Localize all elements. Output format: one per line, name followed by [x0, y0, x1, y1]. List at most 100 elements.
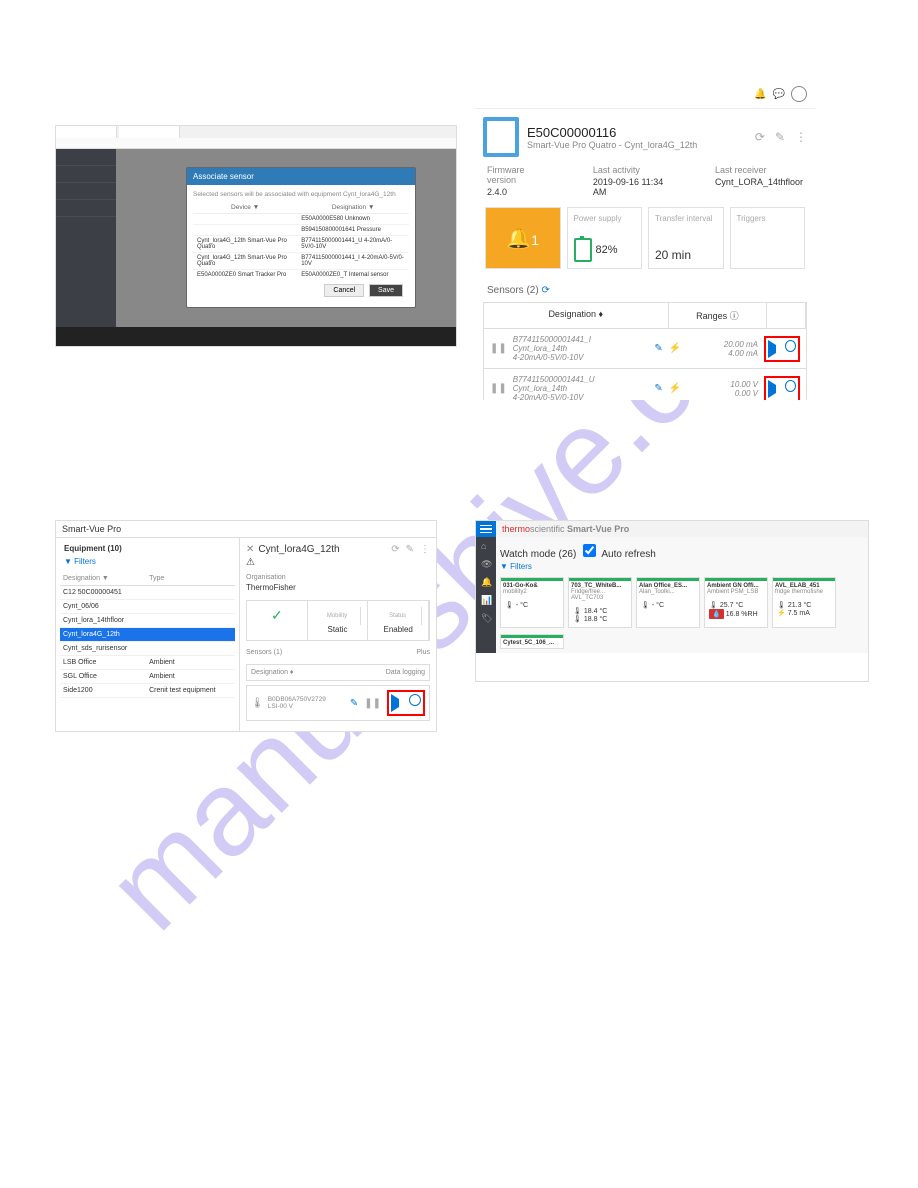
table-row[interactable]: Cynt_06/06 — [60, 600, 235, 614]
refresh-icon[interactable]: ⟳ — [755, 130, 765, 144]
tile[interactable]: Cytest_5C_106_... — [500, 634, 564, 649]
edit-icon[interactable]: ✎ — [775, 130, 785, 144]
settings-icon[interactable] — [785, 380, 796, 392]
edit-icon[interactable]: ✎ — [654, 343, 662, 354]
cell: E50A0000ZE0_T Internal sensor — [297, 270, 409, 281]
browser-urlbar — [56, 138, 456, 149]
cell: Cynt_lora4G_12th Smart-Vue Pro Quatro — [193, 253, 297, 270]
col-type[interactable]: Type — [146, 572, 235, 586]
refresh-sensors-icon[interactable]: ⟳ — [541, 285, 549, 296]
col-datalogging[interactable]: Data logging — [367, 669, 425, 676]
bell-icon[interactable]: 🔔 — [481, 577, 491, 587]
edit-icon[interactable]: ✎ — [406, 544, 414, 555]
fw-value: 2.4.0 — [487, 187, 553, 197]
sensor-row: ❚❚ B774115000001441_UCynt_lora_14th4-20m… — [483, 369, 807, 400]
cell: B594150800001641 Pressure — [297, 225, 409, 236]
figure-device-detail: 🔔 💬 E50C00000116 Smart-Vue Pro Quatro - … — [475, 80, 815, 400]
bell-icon: 🔔1 — [506, 226, 539, 251]
org-value: ThermoFisher — [246, 583, 430, 592]
eye-icon[interactable]: 👁 — [481, 559, 491, 569]
auto-refresh-checkbox[interactable] — [583, 544, 596, 557]
cell: E50A0000E580 Unknown — [297, 214, 409, 225]
edit-icon[interactable]: ✎ — [350, 698, 358, 709]
close-icon[interactable]: ✕ — [246, 544, 254, 555]
chart-icon[interactable]: 📊 — [481, 595, 491, 605]
power-card: Power supply 82% — [567, 207, 643, 269]
nav-sidebar: ⌂ 👁 🔔 📊 🏷 — [476, 537, 496, 653]
device-id: E50C00000116 — [527, 125, 697, 140]
filters-link[interactable]: Filters — [74, 557, 96, 566]
table-row[interactable]: Side1200Crenit test equipment — [60, 684, 235, 698]
tile[interactable]: Alan Office_ES...Alan_Toolki...🌡 - °C — [636, 577, 700, 628]
warn-icon: ⚠ — [246, 557, 430, 568]
humidity-alert-icon: 💧 — [709, 609, 724, 619]
avatar-icon[interactable] — [791, 86, 807, 102]
lr-label: Last receiver — [715, 165, 767, 175]
hamburger-icon[interactable] — [476, 521, 496, 537]
associate-sensor-modal: Associate sensor Selected sensors will b… — [186, 167, 416, 308]
equipment-heading: Equipment (10) — [64, 544, 122, 553]
alarm-card[interactable]: 🔔1 — [485, 207, 561, 269]
lr-value: Cynt_LORA_14thfloor — [715, 177, 803, 187]
tg-label: Triggers — [737, 214, 799, 223]
refresh-icon[interactable]: ⟳ — [391, 544, 399, 555]
app-sidebar — [56, 149, 116, 327]
table-row[interactable]: Cynt_sds_rurisensor — [60, 642, 235, 656]
figure-equipment-list: Smart-Vue Pro Equipment (10) ▼ Filters D… — [55, 520, 437, 732]
table-row[interactable]: Cynt_lora_14thfloor — [60, 614, 235, 628]
play-icon[interactable] — [768, 340, 783, 358]
table-row[interactable]: C12 50C00000451 — [60, 586, 235, 600]
home-icon[interactable]: ⌂ — [481, 541, 491, 551]
tile[interactable]: Ambient GN Offi...Ambient PSM_LSB🌡 25.7 … — [704, 577, 768, 628]
pause-icon[interactable]: ❚❚ — [490, 343, 507, 354]
status-value: Enabled — [384, 625, 413, 634]
edit-icon[interactable]: ✎ — [654, 383, 662, 394]
ps-value: 82% — [596, 244, 618, 256]
tile[interactable]: 031-Go-Ko&mobility2🌡 - °C — [500, 577, 564, 628]
bolt-icon: ⚡ — [669, 383, 681, 394]
save-button[interactable]: Save — [369, 284, 403, 297]
notif-bell-icon[interactable]: 🔔 — [754, 89, 766, 100]
col-designation[interactable]: Designation ▼ — [297, 202, 409, 214]
settings-icon[interactable] — [785, 340, 796, 352]
mobility-label: Mobility — [314, 607, 362, 625]
table-row[interactable]: SGL OfficeAmbient — [60, 670, 235, 684]
pause-icon[interactable]: ❚❚ — [490, 383, 507, 394]
pause-icon[interactable]: ❚❚ — [364, 698, 381, 709]
cell: Cynt_lora4G_12th Smart-Vue Pro Quatro — [193, 236, 297, 253]
browser-tabs — [56, 126, 456, 138]
play-icon[interactable] — [391, 694, 407, 712]
tile[interactable]: AVL_ELAB_451fridge thermofishe🌡 21.3 °C⚡… — [772, 577, 836, 628]
settings-icon[interactable] — [409, 694, 421, 706]
detail-title: Cynt_lora4G_12th — [258, 544, 339, 555]
col-designation[interactable]: Designation ▼ — [60, 572, 146, 586]
table-row[interactable]: LSB OfficeAmbient — [60, 656, 235, 670]
taskbar — [56, 327, 456, 347]
tag-icon[interactable]: 🏷 — [481, 613, 491, 623]
figure-watch-mode: thermoscientific Smart-Vue Pro ⌂ 👁 🔔 📊 🏷… — [475, 520, 869, 682]
notif-chat-icon[interactable]: 💬 — [773, 89, 785, 100]
auto-refresh-label: Auto refresh — [601, 549, 655, 560]
sensors-label: Sensors (1) — [246, 649, 369, 656]
cell: B774115000001441_U 4-20mA/0-5V/0-10V — [297, 236, 409, 253]
sensor-row: ❚❚ B774115000001441_ICynt_lora_14th4-20m… — [483, 329, 807, 369]
col-designation[interactable]: Designation ♦ — [484, 303, 669, 328]
fw-label: Firmware version — [487, 165, 525, 185]
col-device[interactable]: Device ▼ — [193, 202, 297, 214]
tile[interactable]: 703_TC_WhiteB...Fridge/free... AVL_TC703… — [568, 577, 632, 628]
device-subtitle: Smart-Vue Pro Quatro - Cynt_lora4G_12th — [527, 140, 697, 150]
status-cell: ✓ — [247, 601, 308, 640]
play-icon[interactable] — [768, 380, 783, 398]
col-designation[interactable]: Designation ♦ — [251, 669, 367, 676]
col-ranges[interactable]: Ranges ⓘ — [669, 303, 768, 328]
action-highlight — [387, 690, 425, 716]
modal-hint: Selected sensors will be associated with… — [193, 191, 409, 198]
action-highlight — [764, 376, 800, 401]
filters-link[interactable]: Filters — [510, 562, 532, 571]
more-icon[interactable]: ⋮ — [795, 130, 807, 144]
table-row-selected[interactable]: Cynt_lora4G_12th — [60, 628, 235, 642]
cancel-button[interactable]: Cancel — [324, 284, 364, 297]
org-label: Organisation — [246, 574, 430, 581]
more-icon[interactable]: ⋮ — [420, 544, 430, 555]
cell: B774115000001441_I 4-20mA/0-5V/0-10V — [297, 253, 409, 270]
